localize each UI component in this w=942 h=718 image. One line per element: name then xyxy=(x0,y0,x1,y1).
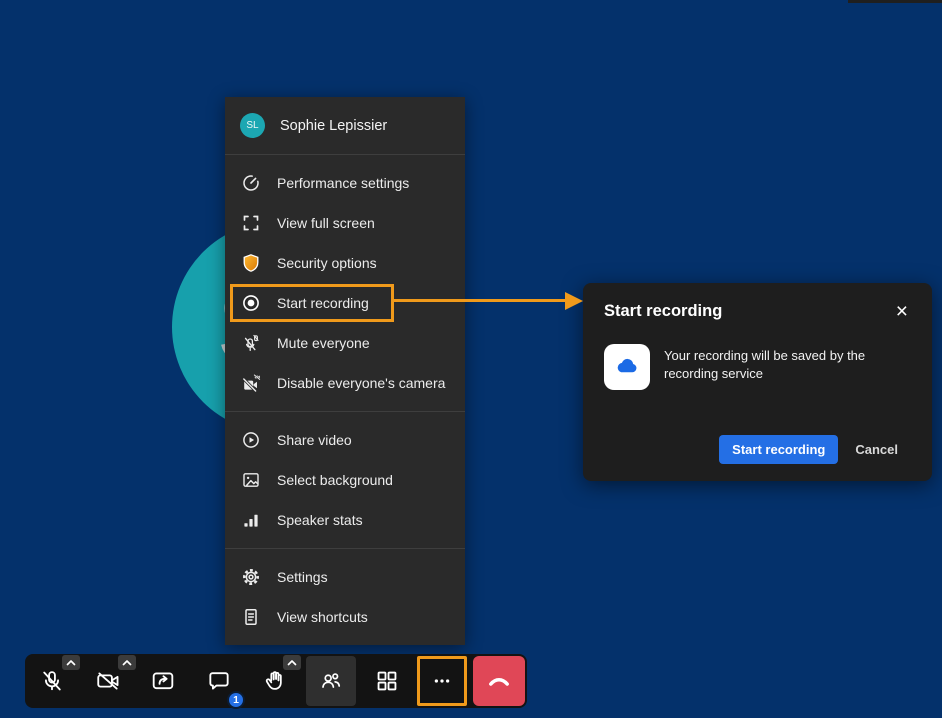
user-avatar-initials: SL xyxy=(246,120,258,131)
menu-item-security-options[interactable]: Security options xyxy=(225,243,465,283)
more-dots-icon xyxy=(429,668,455,694)
menu-item-settings[interactable]: Settings xyxy=(225,557,465,597)
shield-icon xyxy=(240,253,261,274)
share-video-icon xyxy=(240,430,261,451)
gauge-icon xyxy=(240,173,261,194)
select-background-icon xyxy=(240,470,261,491)
annotation-arrow-line xyxy=(394,299,568,302)
settings-icon xyxy=(240,567,261,588)
tile-view-icon xyxy=(374,668,400,694)
menu-item-label: Share video xyxy=(277,432,352,448)
dialog-message: Your recording will be saved by the reco… xyxy=(664,344,908,382)
menu-user-header[interactable]: SL Sophie Lepissier xyxy=(225,97,465,155)
dialog-title: Start recording xyxy=(604,302,722,321)
window-artifact-strip xyxy=(848,0,942,3)
menu-item-view-full-screen[interactable]: View full screen xyxy=(225,203,465,243)
start-recording-dialog: Start recording × Your recording will be… xyxy=(583,283,932,481)
more-actions-menu: SL Sophie Lepissier Performance settings… xyxy=(225,97,465,645)
menu-item-share-video[interactable]: Share video xyxy=(225,420,465,460)
menu-item-label: Security options xyxy=(277,255,377,271)
chat-icon xyxy=(206,668,232,694)
chevron-up-icon xyxy=(121,658,133,667)
record-icon xyxy=(240,293,261,314)
camera-options-chevron[interactable] xyxy=(118,655,136,670)
reactions-options-chevron[interactable] xyxy=(283,655,301,670)
menu-item-label: Disable everyone's camera xyxy=(277,375,445,391)
view-shortcuts-icon xyxy=(240,607,261,628)
user-name: Sophie Lepissier xyxy=(280,118,387,134)
menu-item-label: Select background xyxy=(277,472,393,488)
confirm-start-recording-button[interactable]: Start recording xyxy=(719,435,838,464)
menu-item-performance-settings[interactable]: Performance settings xyxy=(225,163,465,203)
camera-off-icon xyxy=(95,668,121,694)
menu-item-view-shortcuts[interactable]: View shortcuts xyxy=(225,597,465,637)
menu-item-label: View shortcuts xyxy=(277,609,368,625)
cancel-button[interactable]: Cancel xyxy=(855,435,898,464)
mic-off-everyone-icon xyxy=(240,333,261,354)
close-icon[interactable]: × xyxy=(896,304,908,320)
share-screen-icon xyxy=(150,668,176,694)
menu-section-meeting: Performance settings View full screen Se… xyxy=(225,155,465,412)
leave-meeting-button[interactable] xyxy=(473,656,525,706)
chevron-up-icon xyxy=(286,658,298,667)
menu-item-select-background[interactable]: Select background xyxy=(225,460,465,500)
chevron-up-icon xyxy=(65,658,77,667)
cloud-icon xyxy=(613,353,641,381)
camera-off-everyone-icon xyxy=(240,373,261,394)
microphone-options-chevron[interactable] xyxy=(62,655,80,670)
chat-unread-badge: 1 xyxy=(227,691,245,709)
speaker-stats-icon xyxy=(240,510,261,531)
hangup-icon xyxy=(485,667,513,695)
user-avatar: SL xyxy=(240,113,265,138)
menu-item-disable-everyones-camera[interactable]: Disable everyone's camera xyxy=(225,363,465,403)
microphone-muted-icon xyxy=(39,668,65,694)
share-screen-button[interactable] xyxy=(139,656,189,706)
menu-section-media: Share video Select background Speaker xyxy=(225,412,465,549)
participants-button[interactable] xyxy=(306,656,356,706)
menu-item-label: Mute everyone xyxy=(277,335,370,351)
annotation-arrow-head xyxy=(565,292,583,310)
toggle-tile-view-button[interactable] xyxy=(362,656,412,706)
menu-item-label: View full screen xyxy=(277,215,375,231)
menu-item-label: Settings xyxy=(277,569,328,585)
participants-icon xyxy=(318,668,344,694)
menu-item-mute-everyone[interactable]: Mute everyone xyxy=(225,323,465,363)
menu-item-label: Start recording xyxy=(277,295,369,311)
menu-item-start-recording[interactable]: Start recording xyxy=(225,283,465,323)
menu-item-label: Speaker stats xyxy=(277,512,363,528)
raise-hand-icon xyxy=(262,668,288,694)
meeting-toolbar: 1 xyxy=(25,654,527,708)
fullscreen-icon xyxy=(240,213,261,234)
recording-service-tile xyxy=(604,344,650,390)
menu-item-label: Performance settings xyxy=(277,175,409,191)
more-actions-button[interactable] xyxy=(417,656,467,706)
menu-section-app: Settings View shortcuts xyxy=(225,549,465,645)
menu-item-speaker-stats[interactable]: Speaker stats xyxy=(225,500,465,540)
